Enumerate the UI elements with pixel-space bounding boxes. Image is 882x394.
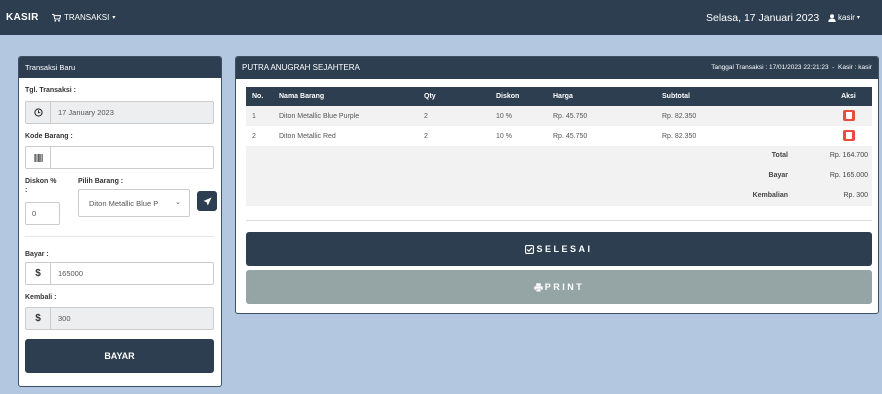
delete-button[interactable] — [842, 109, 855, 121]
brand-logo[interactable]: KASIR — [6, 12, 39, 23]
print-button[interactable]: PRINT — [246, 270, 872, 304]
kode-barang-input[interactable] — [25, 146, 214, 169]
top-navbar: KASIR TRANSAKSI ▾ Selasa, 17 Januari 202… — [0, 0, 882, 35]
total-value: Rp. 164.700 — [829, 152, 868, 159]
column-header: Subtotal — [656, 87, 825, 106]
column-header: Aksi — [825, 87, 872, 106]
delete-button[interactable] — [842, 129, 855, 141]
cart-table: No. Nama Barang Qty Diskon Harga Subtota… — [246, 87, 872, 146]
table-row: 2 Diton Metallic Red 2 10 % Rp. 45.750 R… — [246, 126, 872, 146]
check-square-icon — [525, 244, 535, 254]
menu-transaksi[interactable]: TRANSAKSI ▾ — [52, 13, 115, 22]
user-icon — [828, 13, 836, 22]
selesai-button[interactable]: SELESAI — [246, 232, 872, 266]
bayar-value: 165000 — [58, 269, 84, 278]
cell-subtotal: Rp. 82.350 — [662, 132, 697, 140]
kembalian-label: Kembalian — [752, 192, 788, 199]
kembali-value: 300 — [58, 314, 71, 323]
cell-diskon: 10 % — [490, 106, 547, 126]
divider — [246, 220, 872, 221]
transaction-meta: Tanggal Transaksi : 17/01/2023 22:21:23 … — [711, 64, 872, 71]
chevron-down-icon: ⌄ — [175, 199, 181, 206]
pilih-barang-select[interactable]: Diton Metallic Blue P ⌄ — [78, 189, 190, 217]
cell-no: 1 — [246, 106, 273, 126]
add-item-button[interactable] — [197, 191, 217, 211]
column-header: No. — [246, 87, 273, 106]
divider — [25, 236, 214, 237]
cell-qty: 2 — [418, 106, 490, 126]
diskon-colon: : — [25, 187, 28, 194]
pilih-barang-label: Pilih Barang : — [78, 178, 124, 185]
clock-icon — [26, 102, 51, 123]
barcode-icon — [26, 147, 51, 168]
print-icon — [534, 282, 543, 292]
user-menu[interactable]: kasir ▾ — [828, 13, 860, 22]
bayar-summary-value: Rp. 165.000 — [829, 172, 868, 179]
bayar-input[interactable]: $ 165000 — [25, 262, 214, 285]
cell-nama: Diton Metallic Red — [279, 132, 336, 140]
bayar-summary-label: Bayar — [768, 172, 788, 179]
cart-table-wrap: No. Nama Barang Qty Diskon Harga Subtota… — [246, 87, 872, 206]
kembali-field: $ 300 — [25, 307, 214, 330]
cell-aksi — [825, 126, 872, 146]
store-name: PUTRA ANUGRAH SEJAHTERA — [242, 63, 360, 72]
cell-harga: Rp. 45.750 — [547, 106, 656, 126]
send-icon — [203, 197, 211, 205]
tgl-transaksi-value: 17 January 2023 — [58, 108, 114, 117]
cell-no: 2 — [252, 132, 256, 140]
cell-harga: Rp. 45.750 — [553, 132, 588, 140]
table-row: 1 Diton Metallic Blue Purple 2 10 % Rp. … — [246, 106, 872, 126]
column-header: Nama Barang — [273, 87, 418, 106]
transaksi-baru-panel: Transaksi Baru Tgl. Transaksi : 17 Janua… — [18, 56, 222, 387]
cell-aksi — [825, 106, 872, 126]
total-label: Total — [771, 152, 788, 159]
cart-panel-header: PUTRA ANUGRAH SEJAHTERA Tanggal Transaks… — [236, 57, 878, 79]
cell-nama: Diton Metallic Blue Purple — [273, 106, 418, 126]
kode-barang-value — [51, 147, 213, 168]
cell-diskon: 10 % — [496, 132, 512, 140]
diskon-value: 0 — [32, 209, 37, 218]
bayar-label: Bayar : — [25, 251, 49, 258]
dollar-icon: $ — [26, 308, 51, 329]
menu-transaksi-label: TRANSAKSI — [64, 13, 110, 22]
panel-title: Transaksi Baru — [19, 57, 221, 78]
cart-panel: PUTRA ANUGRAH SEJAHTERA Tanggal Transaks… — [235, 56, 879, 314]
kembalian-value: Rp. 300 — [843, 192, 868, 199]
pilih-barang-value: Diton Metallic Blue P — [89, 198, 159, 208]
column-header: Diskon — [490, 87, 547, 106]
cell-qty: 2 — [424, 132, 428, 140]
summary-block: Total Rp. 164.700 Bayar Rp. 165.000 Kemb… — [246, 146, 872, 206]
trash-icon — [845, 111, 852, 119]
current-date: Selasa, 17 Januari 2023 — [706, 12, 820, 24]
dollar-icon: $ — [26, 263, 51, 284]
kode-barang-label: Kode Barang : — [25, 133, 73, 140]
column-header: Harga — [547, 87, 656, 106]
caret-down-icon: ▾ — [856, 15, 860, 21]
selesai-label: SELESAI — [536, 244, 593, 254]
table-header-row: No. Nama Barang Qty Diskon Harga Subtota… — [246, 87, 872, 106]
caret-down-icon: ▾ — [112, 15, 116, 21]
print-label: PRINT — [544, 282, 585, 292]
kembali-label: Kembali : — [25, 294, 57, 301]
bayar-button[interactable]: BAYAR — [25, 339, 214, 373]
user-name: kasir — [838, 13, 855, 22]
tgl-transaksi-label: Tgl. Transaksi : — [25, 87, 76, 94]
cart-icon — [52, 13, 61, 22]
diskon-label: Diskon % — [25, 178, 57, 185]
column-header: Qty — [418, 87, 490, 106]
tgl-transaksi-field: 17 January 2023 — [25, 101, 214, 124]
cell-subtotal: Rp. 82.350 — [656, 106, 825, 126]
diskon-input[interactable]: 0 — [25, 202, 60, 225]
trash-icon — [845, 131, 852, 139]
